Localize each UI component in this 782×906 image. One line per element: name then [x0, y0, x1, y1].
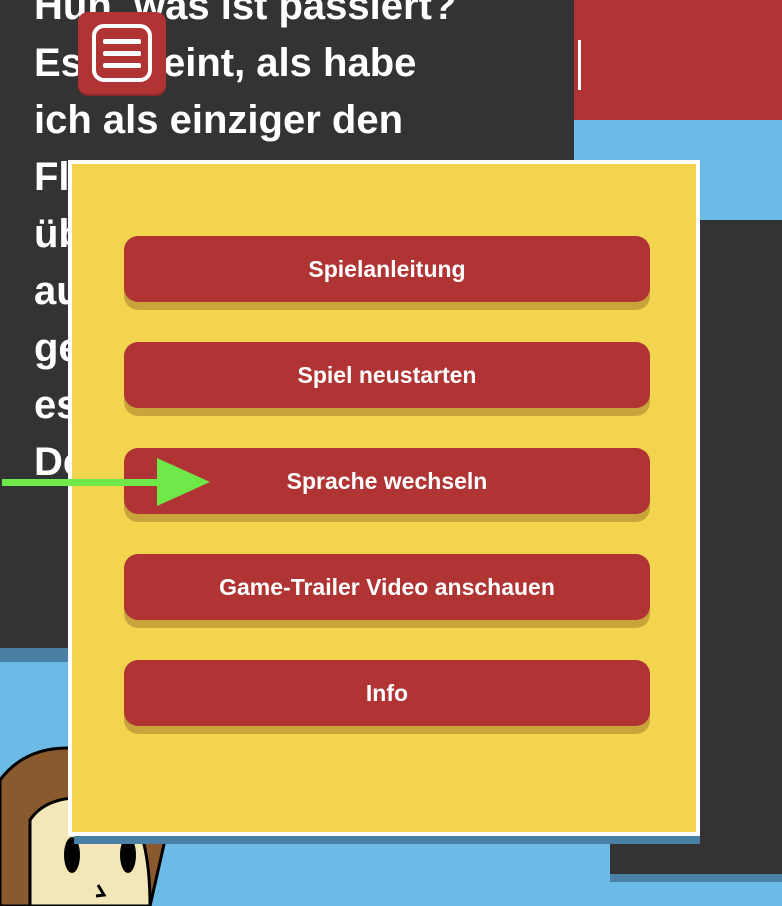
- menu-item-spiel-neustarten[interactable]: Spiel neustarten: [124, 342, 650, 408]
- story-frame-edge: [438, 40, 581, 90]
- popup-shadow: [74, 836, 700, 844]
- background-dark-panel-right: [698, 220, 782, 870]
- arrow-pointer-icon: [2, 458, 210, 506]
- menu-item-game-trailer[interactable]: Game-Trailer Video anschauen: [124, 554, 650, 620]
- background-panel-shadow: [610, 874, 782, 882]
- menu-item-info[interactable]: Info: [124, 660, 650, 726]
- menu-button[interactable]: [78, 12, 166, 94]
- story-panel-shadow: [0, 648, 70, 662]
- hamburger-icon: [92, 24, 152, 82]
- background-red-panel: [560, 0, 782, 120]
- menu-item-spielanleitung[interactable]: Spielanleitung: [124, 236, 650, 302]
